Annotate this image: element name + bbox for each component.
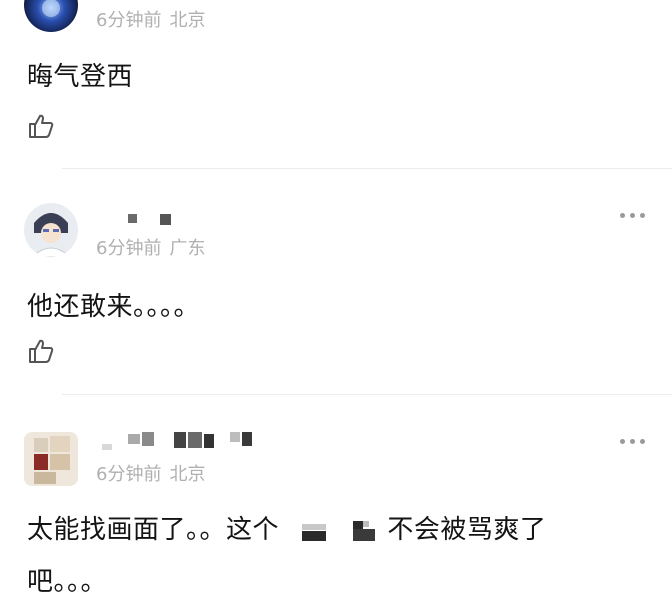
avatar[interactable] bbox=[24, 432, 78, 486]
blurred-username bbox=[96, 432, 266, 454]
comment-text: 太能找画面了。。这个 不会被骂爽了 bbox=[27, 509, 546, 546]
blurred-username bbox=[96, 210, 186, 232]
comment-time: 6分钟前 bbox=[96, 10, 162, 31]
censored-block bbox=[294, 518, 334, 544]
comment-location: 北京 bbox=[169, 464, 206, 485]
more-dots-icon[interactable] bbox=[618, 436, 648, 446]
comment-text: 晦气登西 bbox=[27, 62, 134, 92]
comment-meta: 6分钟前 北京 bbox=[96, 460, 205, 486]
comment-text-part: 太能找画面了。。这个 bbox=[27, 515, 280, 545]
comment-item: 6分钟前 广东 他还敢来。。。。 bbox=[0, 170, 672, 392]
comment-meta: 6分钟前 北京 bbox=[96, 6, 205, 32]
comment-location: 北京 bbox=[169, 10, 206, 31]
comment-text: 他还敢来。。。。 bbox=[27, 292, 201, 322]
comment-meta: 6分钟前 广东 bbox=[96, 234, 205, 260]
divider bbox=[62, 394, 672, 395]
comment-item: 6分钟前 北京 晦气登西 bbox=[0, 0, 672, 165]
avatar[interactable] bbox=[24, 0, 78, 32]
comment-text-part: 不会被骂爽了 bbox=[387, 515, 547, 545]
more-dots-icon[interactable] bbox=[618, 210, 648, 220]
comment-time: 6分钟前 bbox=[96, 464, 162, 485]
thumbs-up-icon[interactable] bbox=[27, 112, 55, 140]
comment-location: 广东 bbox=[169, 238, 206, 259]
avatar[interactable] bbox=[24, 203, 78, 257]
comment-time: 6分钟前 bbox=[96, 238, 162, 259]
thumbs-up-icon[interactable] bbox=[27, 337, 55, 365]
comment-item: 6分钟前 北京 太能找画面了。。这个 不会被骂爽了 吧。。。 bbox=[0, 396, 672, 601]
divider bbox=[62, 168, 672, 169]
comment-text-line2: 吧。。。 bbox=[27, 567, 108, 597]
censored-block bbox=[349, 518, 377, 544]
